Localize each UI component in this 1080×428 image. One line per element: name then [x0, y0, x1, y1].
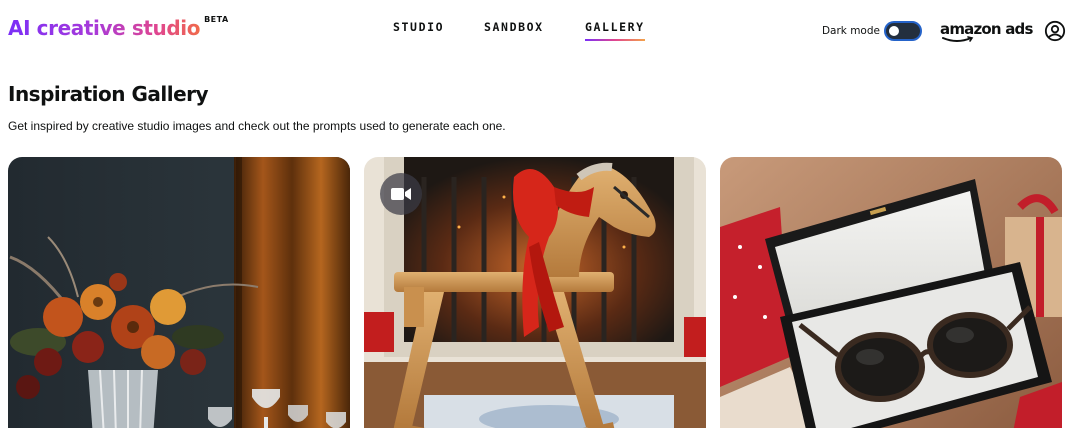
nav-studio[interactable]: STUDIO — [393, 20, 444, 34]
gallery-card-rocking-horse[interactable] — [364, 157, 706, 428]
flower-bouquet-image — [8, 157, 350, 428]
nav-sandbox[interactable]: SANDBOX — [484, 20, 544, 34]
gallery-card-flowers[interactable] — [8, 157, 350, 428]
sunglasses-gift-box-image — [720, 157, 1062, 428]
nav-gallery[interactable]: GALLERY — [585, 20, 645, 41]
dark-mode-label: Dark mode — [821, 25, 880, 37]
user-circle-icon[interactable] — [1044, 20, 1066, 42]
page-subtitle: Get inspired by creative studio images a… — [8, 119, 506, 133]
amazon-ads-logo[interactable]: amazon ads — [940, 18, 1033, 44]
top-header: AI creative studio BETA STUDIO SANDBOX G… — [0, 0, 1080, 62]
video-camera-icon — [391, 188, 411, 200]
dark-mode-toggle[interactable] — [884, 21, 922, 41]
toggle-knob — [889, 26, 899, 36]
header-tools: Dark mode amazon ads — [822, 16, 1066, 46]
gallery-card-sunglasses[interactable] — [720, 157, 1062, 428]
amazon-smile-icon — [942, 36, 974, 42]
video-badge — [380, 173, 422, 215]
page-title: Inspiration Gallery — [8, 82, 209, 106]
